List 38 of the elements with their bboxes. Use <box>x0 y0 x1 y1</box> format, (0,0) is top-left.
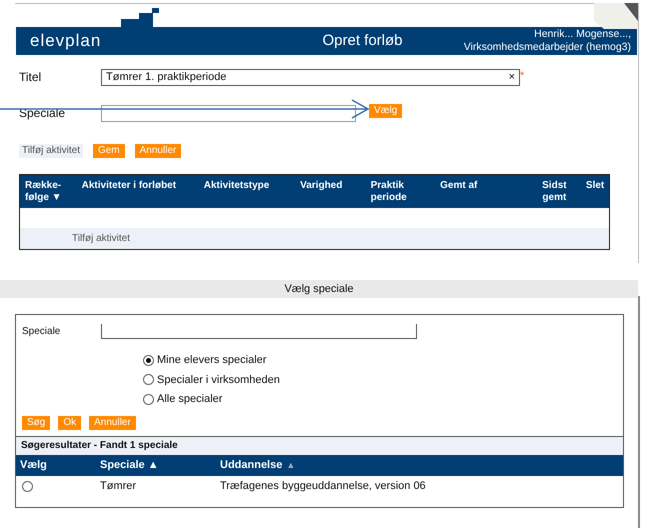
column-header[interactable]: Aktiviteter i forløbet <box>82 180 204 192</box>
radio-label[interactable]: Mine elevers specialer <box>157 352 266 368</box>
column-header[interactable]: Gemt af <box>440 180 528 192</box>
column-header[interactable]: Slet <box>581 180 609 192</box>
user-info: Virksomhedsmedarbejder (hemog3) <box>464 41 631 54</box>
dialog-title: Vælg speciale <box>284 283 354 295</box>
radio-button[interactable] <box>143 374 154 386</box>
column-header[interactable]: Aktivitetstype <box>204 180 300 192</box>
radio-button[interactable] <box>143 354 154 366</box>
column-header[interactable]: Række- følge ▼ <box>25 180 82 204</box>
results-caption: Søgeresultater - Fandt 1 speciale <box>21 439 178 453</box>
add-activity-link[interactable]: Tilføj aktivitet <box>72 231 130 246</box>
field-label: Titel <box>19 69 42 86</box>
sort-icon[interactable]: ▲ <box>286 460 296 470</box>
radio-button[interactable] <box>143 394 154 405</box>
speciale-field[interactable] <box>101 104 356 122</box>
column-header[interactable]: Uddannelse <box>220 458 282 471</box>
page-title: Opret forløb <box>321 30 404 51</box>
field-label: Speciale <box>19 105 66 122</box>
column-header[interactable]: Varighed <box>300 180 371 192</box>
radio-label[interactable]: Alle specialer <box>157 391 222 408</box>
search-field[interactable] <box>101 324 417 339</box>
add-activity-button[interactable]: Tilføj aktivitet <box>19 144 83 158</box>
table-cell: Træfagenes byggeuddannelse, version 06 <box>220 480 426 492</box>
logo: elevplan <box>29 30 102 52</box>
table-cell: Tømrer <box>100 480 136 492</box>
required-mark: * <box>520 69 524 84</box>
clear-button[interactable]: × <box>508 68 515 86</box>
user-info: Henrik... Mogense..., <box>533 28 631 41</box>
radio-label[interactable]: Specialer i virksomheden <box>157 372 280 388</box>
column-header[interactable]: Vælg <box>20 458 47 471</box>
column-header[interactable]: Sidst gemt <box>528 180 582 204</box>
column-header[interactable]: Praktik periode <box>370 180 440 204</box>
page-curl-icon <box>594 3 638 29</box>
radio-button[interactable] <box>22 480 33 492</box>
title-field[interactable]: Tømrer 1. praktikperiode × <box>101 68 520 86</box>
column-header[interactable]: Speciale ▲ <box>100 458 159 471</box>
field-label: Speciale <box>22 325 62 339</box>
